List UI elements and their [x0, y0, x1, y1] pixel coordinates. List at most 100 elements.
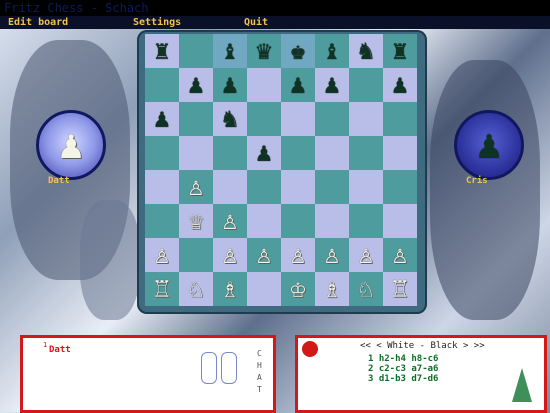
- square-b1[interactable]: ♘: [179, 272, 213, 306]
- square-e6[interactable]: [281, 102, 315, 136]
- chess-piece[interactable]: ♗: [324, 276, 340, 302]
- chess-piece[interactable]: ♙: [154, 242, 170, 268]
- square-e4[interactable]: [281, 170, 315, 204]
- square-g1[interactable]: ♘: [349, 272, 383, 306]
- square-b2[interactable]: [179, 238, 213, 272]
- square-a2[interactable]: ♙: [145, 238, 179, 272]
- chess-board[interactable]: ♜ ♝ ♛ ♚ ♝ ♞ ♜ ♟ ♟ ♟ ♟ ♟ ♟ ♞ ♟ ♙ ♕ ♙ ♙ ♙ ♙ ♙ ♙ ♙ ♙ ♖ ♘ ♗ ♔ ♗ ♘ ♖: [145, 34, 417, 306]
- chess-piece[interactable]: ♔: [290, 276, 306, 302]
- square-h5[interactable]: [383, 136, 417, 170]
- chess-piece[interactable]: ♖: [392, 276, 408, 302]
- square-d4[interactable]: [247, 170, 281, 204]
- square-c5[interactable]: [213, 136, 247, 170]
- chess-piece[interactable]: ♟: [324, 72, 340, 98]
- square-g8[interactable]: ♞: [349, 34, 383, 68]
- square-h6[interactable]: [383, 102, 417, 136]
- chess-piece[interactable]: ♟: [222, 72, 238, 98]
- square-g5[interactable]: [349, 136, 383, 170]
- chess-piece[interactable]: ♕: [188, 208, 204, 234]
- square-g2[interactable]: ♙: [349, 238, 383, 272]
- chess-piece[interactable]: ♚: [290, 38, 306, 64]
- chess-piece[interactable]: ♙: [222, 208, 238, 234]
- square-g6[interactable]: [349, 102, 383, 136]
- chess-piece[interactable]: ♞: [358, 38, 374, 64]
- square-h2[interactable]: ♙: [383, 238, 417, 272]
- chess-piece[interactable]: ♙: [256, 242, 272, 268]
- right-player-avatar[interactable]: ♟: [454, 110, 524, 180]
- square-f8[interactable]: ♝: [315, 34, 349, 68]
- chess-piece[interactable]: ♖: [154, 276, 170, 302]
- square-f7[interactable]: ♟: [315, 68, 349, 102]
- square-c3[interactable]: ♙: [213, 204, 247, 238]
- square-a5[interactable]: [145, 136, 179, 170]
- square-f6[interactable]: [315, 102, 349, 136]
- square-h1[interactable]: ♖: [383, 272, 417, 306]
- chess-piece[interactable]: ♟: [154, 106, 170, 132]
- square-c6[interactable]: ♞: [213, 102, 247, 136]
- menu-edit-board[interactable]: Edit board: [8, 16, 68, 29]
- chat-panel[interactable]: 1 Datt C H A T: [20, 335, 276, 413]
- chess-piece[interactable]: ♟: [188, 72, 204, 98]
- square-f3[interactable]: [315, 204, 349, 238]
- square-d6[interactable]: [247, 102, 281, 136]
- square-e5[interactable]: [281, 136, 315, 170]
- square-h3[interactable]: [383, 204, 417, 238]
- chess-piece[interactable]: ♘: [358, 276, 374, 302]
- chess-piece[interactable]: ♟: [256, 140, 272, 166]
- square-c7[interactable]: ♟: [213, 68, 247, 102]
- square-b5[interactable]: [179, 136, 213, 170]
- square-g4[interactable]: [349, 170, 383, 204]
- square-d7[interactable]: [247, 68, 281, 102]
- chess-piece[interactable]: ♟: [392, 72, 408, 98]
- chess-piece[interactable]: ♜: [154, 38, 170, 64]
- chess-piece[interactable]: ♝: [222, 38, 238, 64]
- square-a3[interactable]: [145, 204, 179, 238]
- chess-piece[interactable]: ♙: [358, 242, 374, 268]
- square-a1[interactable]: ♖: [145, 272, 179, 306]
- square-h7[interactable]: ♟: [383, 68, 417, 102]
- square-e2[interactable]: ♙: [281, 238, 315, 272]
- square-a8[interactable]: ♜: [145, 34, 179, 68]
- chess-piece[interactable]: ♜: [392, 38, 408, 64]
- menu-settings[interactable]: Settings: [133, 16, 181, 29]
- chess-piece[interactable]: ♞: [222, 106, 238, 132]
- square-f5[interactable]: [315, 136, 349, 170]
- menu-quit[interactable]: Quit: [244, 16, 268, 29]
- square-c8[interactable]: ♝: [213, 34, 247, 68]
- square-e8[interactable]: ♚: [281, 34, 315, 68]
- left-player-avatar[interactable]: ♟: [36, 110, 106, 180]
- square-d2[interactable]: ♙: [247, 238, 281, 272]
- square-e1[interactable]: ♔: [281, 272, 315, 306]
- chess-piece[interactable]: ♛: [256, 38, 272, 64]
- square-c2[interactable]: ♙: [213, 238, 247, 272]
- square-b4[interactable]: ♙: [179, 170, 213, 204]
- square-g7[interactable]: [349, 68, 383, 102]
- square-f1[interactable]: ♗: [315, 272, 349, 306]
- square-b3[interactable]: ♕: [179, 204, 213, 238]
- square-g3[interactable]: [349, 204, 383, 238]
- move-list-panel[interactable]: << < White - Black > >> 1 h2-h4 h8-c6 2 …: [295, 335, 547, 413]
- chess-piece[interactable]: ♙: [188, 174, 204, 200]
- square-c1[interactable]: ♗: [213, 272, 247, 306]
- chess-piece[interactable]: ♘: [188, 276, 204, 302]
- square-b6[interactable]: [179, 102, 213, 136]
- square-b8[interactable]: [179, 34, 213, 68]
- square-d1[interactable]: [247, 272, 281, 306]
- square-d8[interactable]: ♛: [247, 34, 281, 68]
- square-a6[interactable]: ♟: [145, 102, 179, 136]
- square-e7[interactable]: ♟: [281, 68, 315, 102]
- chess-piece[interactable]: ♙: [222, 242, 238, 268]
- chess-piece[interactable]: ♟: [290, 72, 306, 98]
- chess-piece[interactable]: ♙: [392, 242, 408, 268]
- square-a4[interactable]: [145, 170, 179, 204]
- chess-piece[interactable]: ♝: [324, 38, 340, 64]
- square-c4[interactable]: [213, 170, 247, 204]
- square-h4[interactable]: [383, 170, 417, 204]
- square-d5[interactable]: ♟: [247, 136, 281, 170]
- square-a7[interactable]: [145, 68, 179, 102]
- square-h8[interactable]: ♜: [383, 34, 417, 68]
- square-d3[interactable]: [247, 204, 281, 238]
- square-b7[interactable]: ♟: [179, 68, 213, 102]
- chess-piece[interactable]: ♙: [324, 242, 340, 268]
- square-f4[interactable]: [315, 170, 349, 204]
